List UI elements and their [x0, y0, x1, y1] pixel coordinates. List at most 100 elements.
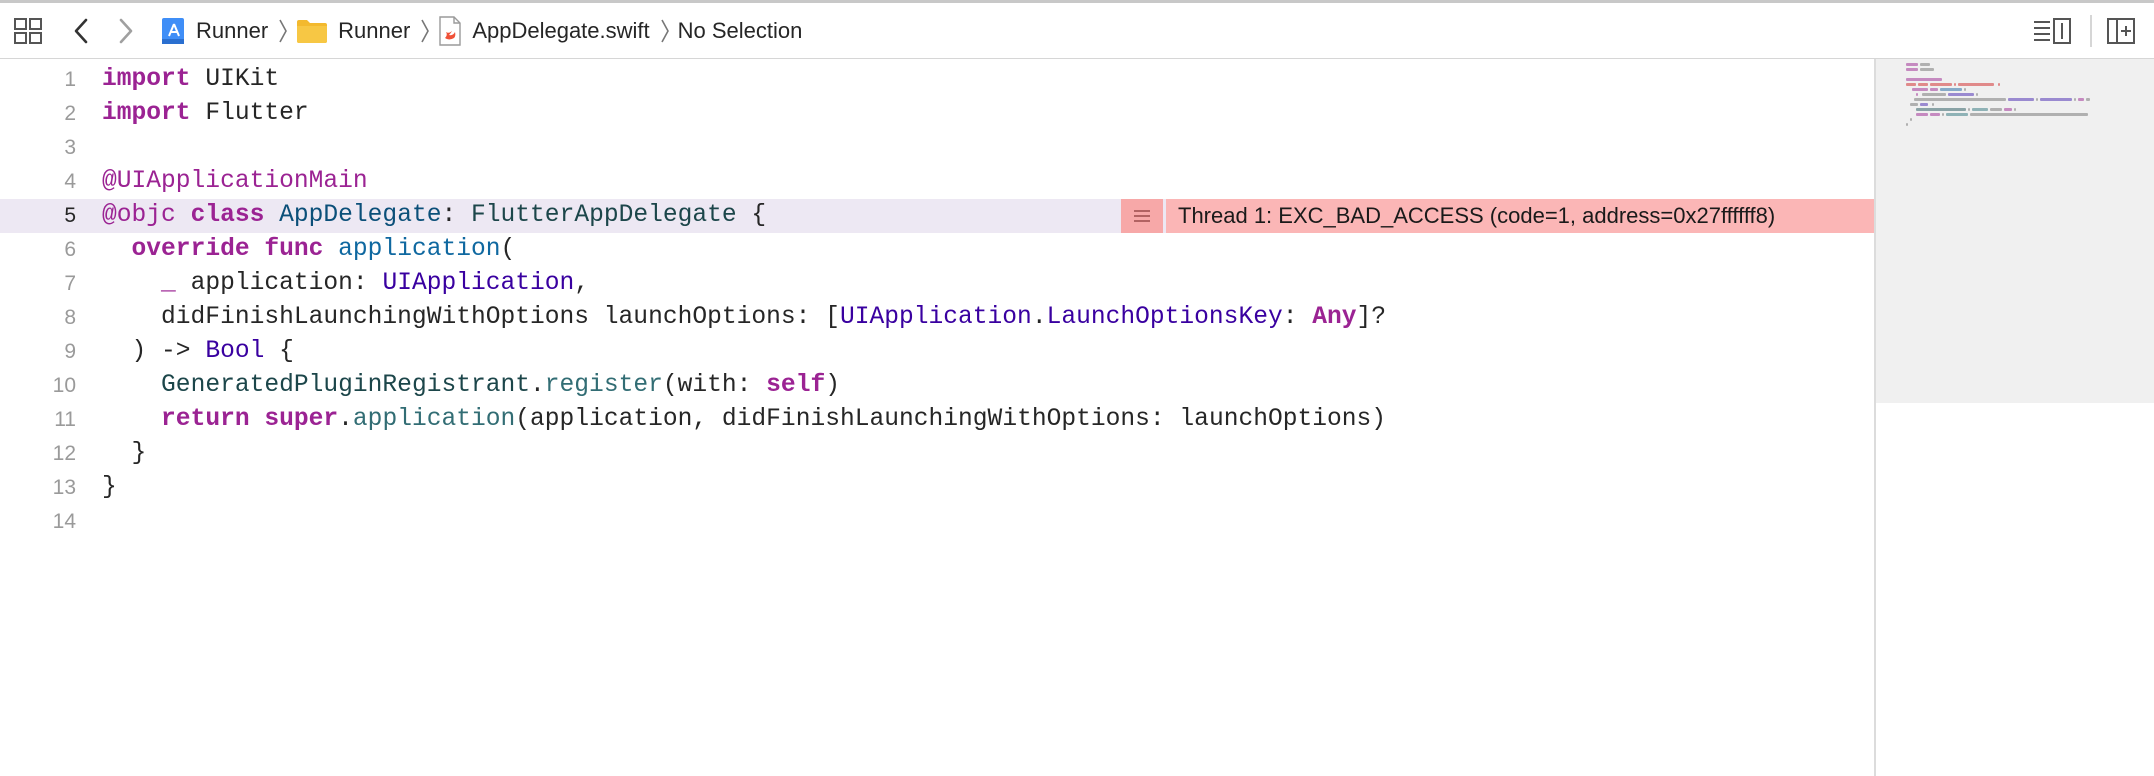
line-number[interactable]: 7	[0, 267, 76, 301]
line-number[interactable]: 13	[0, 471, 76, 505]
line-number[interactable]: 6	[0, 233, 76, 267]
grid-icon[interactable]	[12, 16, 44, 46]
breadcrumb: Runner Runner AppDelegate.swift No Selec…	[160, 3, 802, 59]
minimap-line	[1976, 93, 1978, 96]
jump-bar: Runner Runner AppDelegate.swift No Selec…	[0, 0, 2154, 59]
add-editor-button[interactable]	[2104, 16, 2138, 46]
code-token: didFinishLaunchingWithOptions launchOpti…	[102, 304, 840, 331]
code-token: import	[102, 100, 206, 127]
chevron-separator-icon	[660, 17, 670, 45]
minimap-line	[1920, 63, 1930, 66]
line-number[interactable]: 4	[0, 165, 76, 199]
code-line[interactable]: 2 import Flutter	[0, 97, 1874, 131]
minimap-line	[1946, 113, 1968, 116]
error-annotation-button[interactable]	[1121, 199, 1163, 233]
breadcrumb-label: Runner	[338, 18, 411, 43]
breadcrumb-item-symbol[interactable]: No Selection	[678, 18, 803, 44]
minimap-line	[2078, 98, 2084, 101]
code-token: Bool	[205, 338, 265, 365]
code-line[interactable]: 11 return super.application(application,…	[0, 403, 1874, 437]
code-token: @UIApplicationMain	[102, 168, 368, 195]
code-line[interactable]: 13}	[0, 471, 1874, 505]
minimap-line	[1942, 113, 1944, 116]
code-line[interactable]: 6 override func application(	[0, 233, 1874, 267]
breadcrumb-item-folder[interactable]: Runner	[296, 18, 410, 44]
minimap-line	[1940, 88, 1962, 91]
chevron-separator-icon	[420, 17, 430, 45]
source-editor[interactable]: 1 import UIKit 2 import Flutter 3 4 @UIApplica…	[0, 59, 1874, 776]
minimap-line	[2004, 108, 2012, 111]
line-number[interactable]: 11	[0, 403, 76, 437]
minimap-line	[2040, 98, 2072, 101]
code-token: UIApplication	[382, 270, 575, 297]
minimap-line	[1916, 113, 1928, 116]
minimap-line	[2074, 98, 2076, 101]
code-token: self	[766, 372, 826, 399]
minimap-line	[1964, 88, 1966, 91]
minimap-line	[2036, 98, 2038, 101]
error-message[interactable]: Thread 1: EXC_BAD_ACCESS (code=1, addres…	[1166, 199, 1874, 233]
code-token: LaunchOptionsKey	[1046, 304, 1283, 331]
code-line[interactable]: 9 ) -> Bool {	[0, 335, 1874, 369]
minimap-line	[1916, 108, 1966, 111]
minimap[interactable]	[1874, 59, 2154, 776]
breadcrumb-item-project[interactable]: Runner	[160, 17, 268, 45]
minimap-line	[1990, 108, 2002, 111]
code-token: GeneratedPluginRegistrant	[161, 372, 531, 399]
swift-file-icon	[438, 16, 462, 46]
minimap-line	[1920, 68, 1934, 71]
code-line[interactable]: 14	[0, 505, 1874, 539]
code-token: (with:	[662, 372, 767, 399]
code-token: AppDelegate	[279, 202, 442, 229]
code-token: .	[338, 406, 353, 433]
code-token: application	[352, 406, 516, 433]
code-token: UIKit	[205, 66, 280, 93]
line-number[interactable]: 10	[0, 369, 76, 403]
code-line[interactable]: 1 import UIKit	[0, 63, 1874, 97]
line-number[interactable]: 1	[0, 63, 76, 97]
minimap-line	[1910, 118, 1912, 121]
line-code: }	[102, 437, 147, 471]
minimap-line	[1930, 83, 1952, 86]
minimap-line	[1930, 113, 1940, 116]
adjust-editor-icon	[2034, 18, 2071, 44]
code-token: class	[190, 202, 280, 229]
minimap-line	[1922, 93, 1946, 96]
code-line[interactable]: 10 GeneratedPluginRegistrant.register(wi…	[0, 369, 1874, 403]
line-code: @objc class AppDelegate: FlutterAppDeleg…	[102, 199, 766, 233]
code-line[interactable]: 4 @UIApplicationMain	[0, 165, 1874, 199]
minimap-line	[1932, 103, 1934, 106]
code-token: (	[500, 236, 516, 263]
code-token: UIApplication	[839, 304, 1032, 331]
chevron-left-icon	[74, 18, 88, 44]
forward-button[interactable]	[113, 17, 139, 45]
code-token: .	[1031, 304, 1047, 331]
minimap-line	[1912, 88, 1928, 91]
breadcrumb-item-file[interactable]: AppDelegate.swift	[438, 16, 650, 46]
code-line[interactable]: 8 didFinishLaunchingWithOptions launchOp…	[0, 301, 1874, 335]
code-token: return	[161, 406, 265, 433]
back-button[interactable]	[68, 17, 94, 45]
line-number[interactable]: 8	[0, 301, 76, 335]
line-number[interactable]: 14	[0, 505, 76, 539]
line-number[interactable]: 12	[0, 437, 76, 471]
code-line[interactable]: 3	[0, 131, 1874, 165]
code-line[interactable]: 7 _ application: UIApplication,	[0, 267, 1874, 301]
line-number[interactable]: 2	[0, 97, 76, 131]
code-token: Flutter	[205, 100, 309, 127]
minimap-line	[1930, 88, 1938, 91]
line-number[interactable]: 3	[0, 131, 76, 165]
line-code: GeneratedPluginRegistrant.register(with:…	[102, 369, 840, 403]
line-number[interactable]: 5	[0, 199, 76, 233]
folder-icon	[296, 18, 328, 44]
line-code: override func application(	[102, 233, 516, 267]
adjust-editor-button[interactable]	[2030, 16, 2074, 46]
line-code: ) -> Bool {	[102, 335, 294, 369]
code-token: :	[1282, 304, 1313, 331]
minimap-line	[1906, 63, 1918, 66]
chevron-separator-icon	[278, 17, 288, 45]
line-number[interactable]: 9	[0, 335, 76, 369]
code-line[interactable]: 12 }	[0, 437, 1874, 471]
